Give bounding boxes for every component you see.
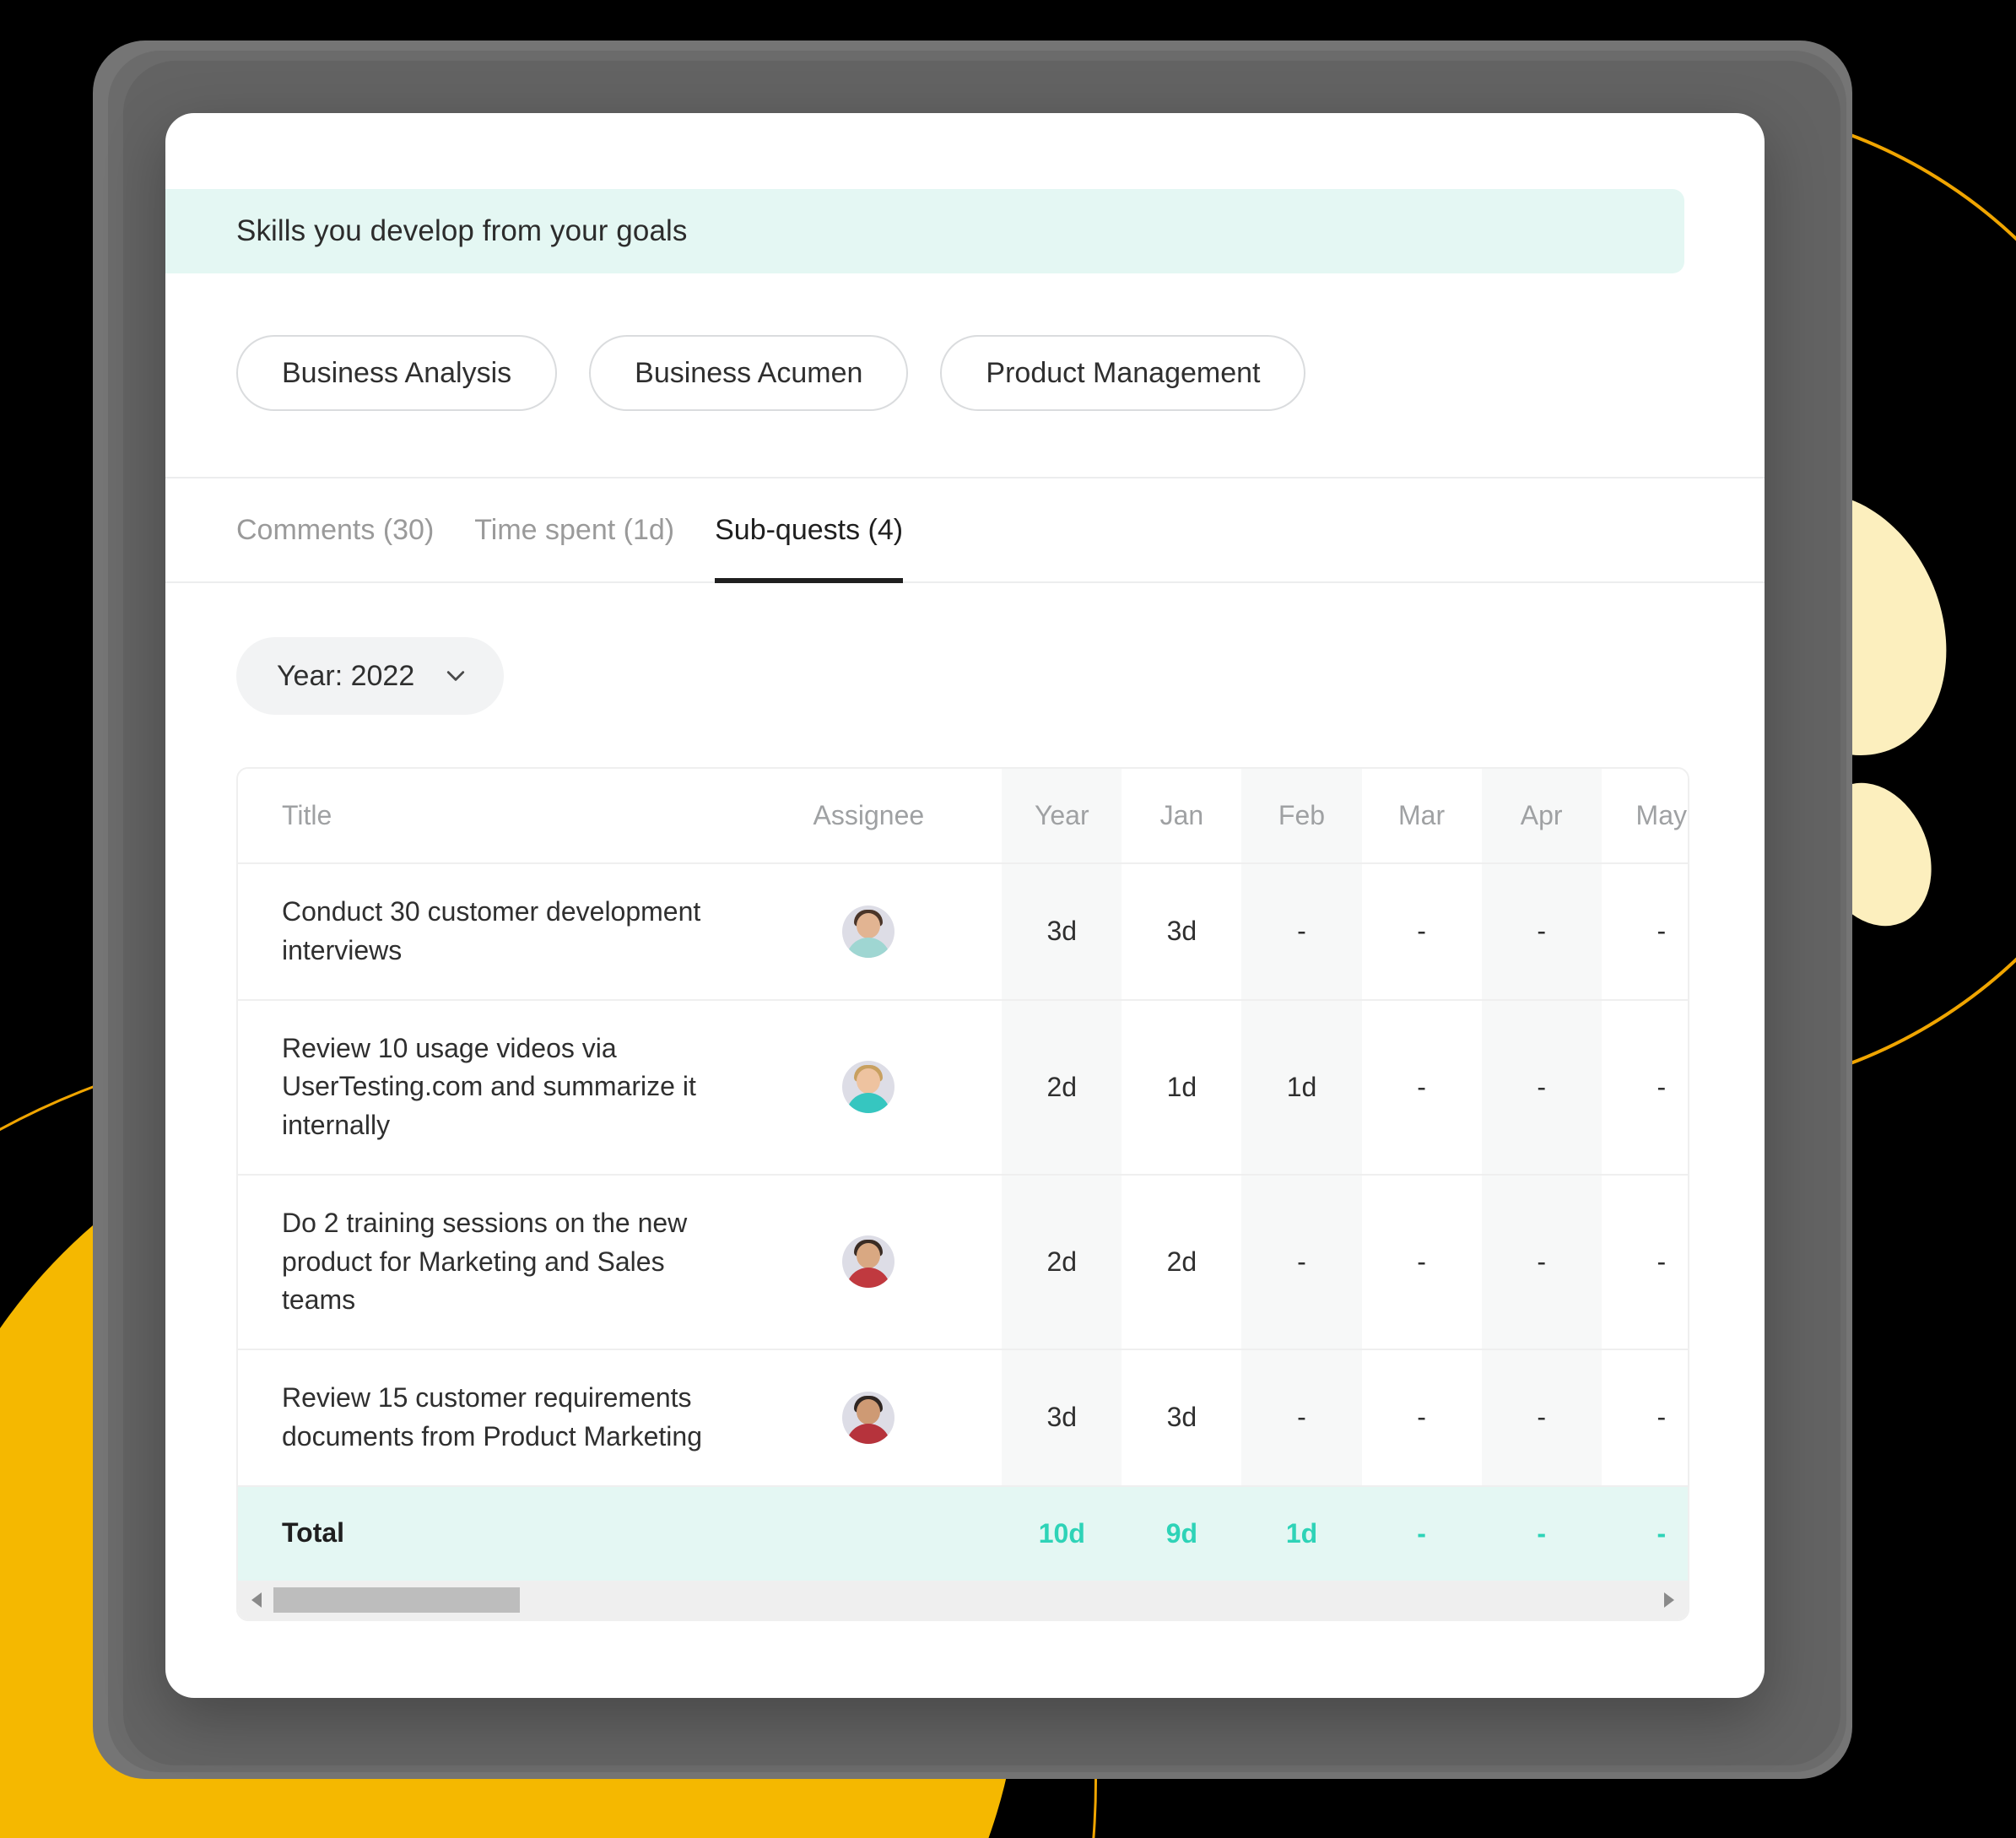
- skill-chip-label: Business Acumen: [635, 356, 863, 389]
- column-header-title[interactable]: Title: [238, 769, 736, 863]
- arrow-left-icon[interactable]: [251, 1592, 262, 1608]
- cell-assignee: [735, 1173, 1003, 1349]
- total-year: 10d: [1002, 1484, 1122, 1581]
- cell-apr: -: [1481, 1173, 1602, 1349]
- cell-year: 3d: [1002, 1349, 1122, 1486]
- tab-label: Time spent (1d): [474, 513, 675, 546]
- cell-assignee: [735, 862, 1003, 1000]
- cell-apr: -: [1481, 862, 1602, 1000]
- table-row[interactable]: Conduct 30 customer development intervie…: [238, 862, 1688, 1000]
- cell-assignee: [735, 1349, 1003, 1486]
- cell-jan: 1d: [1122, 998, 1242, 1175]
- tab-time-spent[interactable]: Time spent (1d): [474, 477, 674, 583]
- sub-quests-table: Title Assignee Year Jan Feb Mar Apr May …: [238, 769, 1688, 1581]
- year-filter-dropdown[interactable]: Year: 2022: [236, 637, 505, 715]
- main-card: Skills you develop from your goals Busin…: [165, 113, 1765, 1698]
- skill-chip-label: Product Management: [986, 356, 1261, 389]
- column-header-year[interactable]: Year: [1002, 769, 1122, 863]
- scrollbar-thumb[interactable]: [273, 1587, 520, 1613]
- table-body: Conduct 30 customer development intervie…: [238, 862, 1688, 1581]
- tab-comments[interactable]: Comments (30): [236, 477, 434, 583]
- chevron-down-icon: [447, 671, 465, 681]
- cell-may: -: [1601, 998, 1688, 1175]
- cell-year: 2d: [1002, 1173, 1122, 1349]
- table-header: Title Assignee Year Jan Feb Mar Apr May …: [238, 769, 1688, 863]
- cell-mar: -: [1361, 1349, 1482, 1486]
- cell-title: Do 2 training sessions on the new produc…: [238, 1173, 736, 1349]
- cell-feb: -: [1241, 1349, 1362, 1486]
- total-jan: 9d: [1122, 1484, 1242, 1581]
- total-assignee-spacer: [735, 1484, 1003, 1581]
- cell-title: Review 10 usage videos via UserTesting.c…: [238, 998, 736, 1175]
- skill-chip-list: Business Analysis Business Acumen Produc…: [165, 273, 1765, 411]
- column-header-jan[interactable]: Jan: [1122, 769, 1242, 863]
- tab-label: Sub-quests (4): [715, 513, 904, 546]
- column-header-assignee[interactable]: Assignee: [735, 769, 1003, 863]
- screenshot-root: Skills you develop from your goals Busin…: [0, 0, 2016, 1838]
- avatar: [842, 1061, 895, 1114]
- skills-banner-text: Skills you develop from your goals: [236, 214, 688, 247]
- skill-chip-business-analysis[interactable]: Business Analysis: [236, 335, 558, 411]
- tab-bar: Comments (30) Time spent (1d) Sub-quests…: [165, 477, 1765, 583]
- total-may: -: [1601, 1484, 1688, 1581]
- cell-jan: 3d: [1122, 1349, 1242, 1486]
- column-header-mar[interactable]: Mar: [1361, 769, 1482, 863]
- cell-year: 3d: [1002, 862, 1122, 1000]
- cell-may: -: [1601, 1349, 1688, 1486]
- table-row[interactable]: Review 10 usage videos via UserTesting.c…: [238, 998, 1688, 1175]
- table-row[interactable]: Do 2 training sessions on the new produc…: [238, 1173, 1688, 1349]
- avatar: [842, 905, 895, 958]
- cell-mar: -: [1361, 998, 1482, 1175]
- cell-may: -: [1601, 1173, 1688, 1349]
- total-feb: 1d: [1241, 1484, 1362, 1581]
- cell-apr: -: [1481, 1349, 1602, 1486]
- cell-feb: -: [1241, 1173, 1362, 1349]
- table-row[interactable]: Review 15 customer requirements document…: [238, 1349, 1688, 1486]
- cell-may: -: [1601, 862, 1688, 1000]
- skill-chip-business-acumen[interactable]: Business Acumen: [589, 335, 909, 411]
- sub-quests-table-container: Title Assignee Year Jan Feb Mar Apr May …: [236, 767, 1689, 1621]
- skills-banner: Skills you develop from your goals: [165, 189, 1684, 273]
- cell-mar: -: [1361, 862, 1482, 1000]
- arrow-right-icon[interactable]: [1664, 1592, 1674, 1608]
- table-total-row: Total 10d 9d 1d - - - -: [238, 1484, 1688, 1581]
- cell-year: 2d: [1002, 998, 1122, 1175]
- column-header-feb[interactable]: Feb: [1241, 769, 1362, 863]
- total-label: Total: [238, 1484, 736, 1581]
- year-filter-label: Year: 2022: [277, 659, 415, 692]
- skill-chip-label: Business Analysis: [282, 356, 512, 389]
- cell-apr: -: [1481, 998, 1602, 1175]
- horizontal-scrollbar[interactable]: [238, 1580, 1688, 1619]
- column-header-may[interactable]: May: [1601, 769, 1688, 863]
- column-header-apr[interactable]: Apr: [1481, 769, 1602, 863]
- cell-title: Conduct 30 customer development intervie…: [238, 862, 736, 1000]
- cell-title: Review 15 customer requirements document…: [238, 1349, 736, 1486]
- cell-jan: 2d: [1122, 1173, 1242, 1349]
- filter-row: Year: 2022: [165, 583, 1765, 715]
- table-header-row: Title Assignee Year Jan Feb Mar Apr May …: [238, 769, 1688, 863]
- cell-assignee: [735, 998, 1003, 1175]
- tab-sub-quests[interactable]: Sub-quests (4): [715, 477, 904, 583]
- skill-chip-product-management[interactable]: Product Management: [940, 335, 1306, 411]
- cell-mar: -: [1361, 1173, 1482, 1349]
- avatar: [842, 1391, 895, 1444]
- cell-feb: 1d: [1241, 998, 1362, 1175]
- avatar: [842, 1235, 895, 1289]
- cell-feb: -: [1241, 862, 1362, 1000]
- cell-jan: 3d: [1122, 862, 1242, 1000]
- total-mar: -: [1361, 1484, 1482, 1581]
- total-apr: -: [1481, 1484, 1602, 1581]
- tab-label: Comments (30): [236, 513, 435, 546]
